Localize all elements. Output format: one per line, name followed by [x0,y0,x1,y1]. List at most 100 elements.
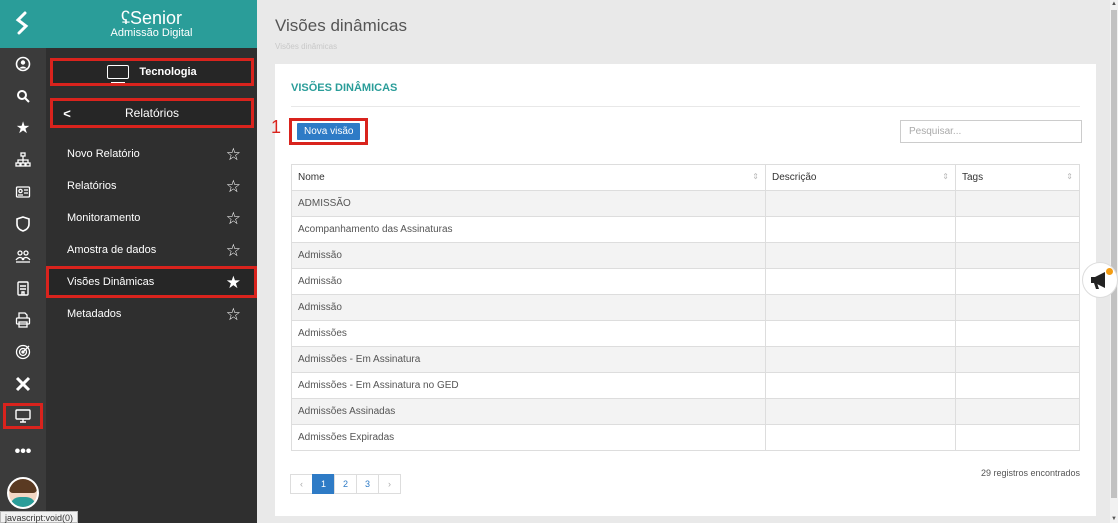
user-circle-icon[interactable] [0,48,46,80]
column-header-tags[interactable]: Tags ⇕ [955,164,1080,191]
senior-logo-icon: ʢ [120,8,130,28]
star-icon[interactable]: ★ [0,112,46,144]
panel-heading: VISÕES DINÂMICAS [291,82,398,94]
cell-nome: Admissões Assinadas [291,398,766,425]
table-row[interactable]: Acompanhamento das Assinaturas [291,216,1080,243]
table-row[interactable]: Admissões Expiradas [291,424,1080,451]
cell-descricao [765,216,956,243]
cell-descricao [765,424,956,451]
star-outline-icon[interactable]: ☆ [226,178,241,195]
scrollbar-thumb[interactable] [1111,10,1117,498]
section-back-button[interactable]: < Relatórios [50,98,254,128]
main-content: Visões dinâmicas Visões dinâmicas VISÕES… [257,0,1110,523]
column-label: Nome [298,172,325,183]
pagination-page-3[interactable]: 3 [356,474,379,494]
x-icon[interactable] [0,368,46,400]
cell-nome: Admissão [291,294,766,321]
sidebar-item-novo-relatorio[interactable]: Novo Relatório ☆ [46,138,257,170]
new-view-button[interactable]: Nova visão [297,123,361,140]
cell-tags [955,294,1080,321]
cell-descricao [765,294,956,321]
building-icon[interactable] [0,272,46,304]
feedback-widget[interactable] [1082,262,1118,298]
records-count: 29 registros encontrados [980,468,1080,478]
table-header-row: Nome ⇕ Descrição ⇕ Tags ⇕ [291,164,1080,191]
cell-tags [955,372,1080,399]
target-icon[interactable] [0,336,46,368]
page-scrollbar[interactable]: ▲ ▼ [1110,0,1118,523]
more-icon[interactable]: ••• [0,436,46,468]
content-panel: VISÕES DINÂMICAS 1 Nova visão Nome ⇕ Desc… [271,64,1096,516]
module-selector[interactable]: Tecnologia [50,58,254,86]
scroll-down-icon[interactable]: ▼ [1110,515,1118,523]
sidebar-item-label: Visões Dinâmicas [67,276,155,288]
table-row[interactable]: ADMISSÃO [291,190,1080,217]
cell-nome: ADMISSÃO [291,190,766,217]
cell-nome: Admissões - Em Assinatura [291,346,766,373]
shield-icon[interactable] [0,208,46,240]
brand-name: Senior [129,8,183,28]
brand-subtitle: Admissão Digital [110,27,193,39]
cell-tags [955,216,1080,243]
sort-icon[interactable]: ⇕ [942,172,949,181]
pagination-page-1[interactable]: 1 [312,474,335,494]
sidebar-item-label: Relatórios [67,180,117,192]
sidebar-item-metadados[interactable]: Metadados ☆ [46,298,257,330]
search-input[interactable] [900,120,1082,143]
star-outline-icon[interactable]: ☆ [226,306,241,323]
pagination-prev-button[interactable]: ‹ [290,474,313,494]
status-bar-url: javascript:void(0) [0,511,79,523]
sidebar-item-label: Novo Relatório [67,148,140,160]
column-header-nome[interactable]: Nome ⇕ [291,164,766,191]
star-outline-icon[interactable]: ☆ [226,242,241,259]
star-outline-icon[interactable]: ☆ [226,210,241,227]
column-label: Descrição [772,172,817,183]
pagination-page-2[interactable]: 2 [334,474,357,494]
views-table: Nome ⇕ Descrição ⇕ Tags ⇕ ADMISSÃO Acompanh… [291,164,1080,451]
printer-icon[interactable] [0,304,46,336]
cell-tags [955,190,1080,217]
senior-logo-icon[interactable] [0,0,46,48]
table-row[interactable]: Admissões Assinadas [291,398,1080,425]
monitor-icon[interactable] [0,400,46,432]
avatar[interactable] [7,477,39,509]
table-row[interactable]: Admissões [291,320,1080,347]
id-badge-icon[interactable] [0,176,46,208]
pagination-next-button[interactable]: › [378,474,401,494]
divider [291,106,1080,107]
table-row[interactable]: Admissão [291,268,1080,295]
cell-nome: Admissões Expiradas [291,424,766,451]
breadcrumb[interactable]: Visões dinâmicas [275,42,337,51]
cell-descricao [765,268,956,295]
sidebar-item-relatorios[interactable]: Relatórios ☆ [46,170,257,202]
org-chart-icon[interactable] [0,144,46,176]
cell-descricao [765,242,956,269]
cell-tags [955,398,1080,425]
cell-tags [955,346,1080,373]
brand-logo[interactable]: ʢSenior Admissão Digital [46,0,257,48]
cell-descricao [765,372,956,399]
people-icon[interactable] [0,240,46,272]
sidebar-item-label: Amostra de dados [67,244,157,256]
page-title: Visões dinâmicas [275,16,407,35]
sidebar-item-visoes-dinamicas[interactable]: Visões Dinâmicas ★ [46,266,257,298]
table-row[interactable]: Admissões - Em Assinatura no GED [291,372,1080,399]
star-filled-icon[interactable]: ★ [226,274,241,291]
sidebar-item-amostra-de-dados[interactable]: Amostra de dados ☆ [46,234,257,266]
icon-rail: ★ ••• [0,0,46,523]
cell-tags [955,268,1080,295]
sort-icon[interactable]: ⇕ [1066,172,1073,181]
cell-descricao [765,346,956,373]
sidebar-item-monitoramento[interactable]: Monitoramento ☆ [46,202,257,234]
search-icon[interactable] [0,80,46,112]
section-label: Relatórios [124,106,180,120]
sort-icon[interactable]: ⇕ [752,172,759,181]
star-outline-icon[interactable]: ☆ [226,146,241,163]
column-header-descricao[interactable]: Descrição ⇕ [765,164,956,191]
scroll-up-icon[interactable]: ▲ [1110,0,1118,8]
cell-tags [955,242,1080,269]
table-row[interactable]: Admissão [291,242,1080,269]
table-row[interactable]: Admissões - Em Assinatura [291,346,1080,373]
cell-tags [955,320,1080,347]
table-row[interactable]: Admissão [291,294,1080,321]
